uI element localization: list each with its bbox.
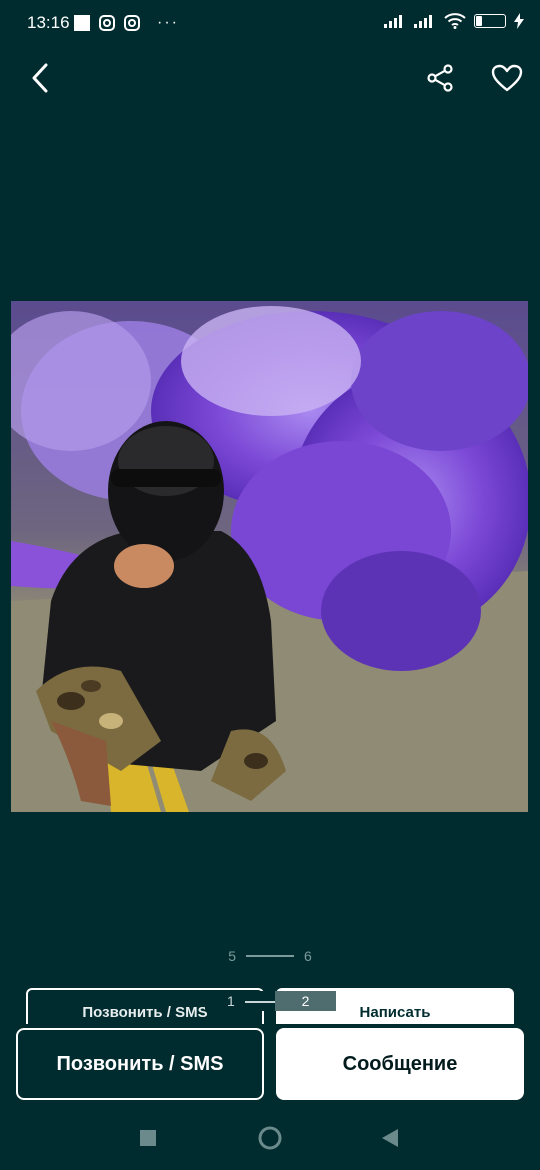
- more-dots-icon: ···: [157, 14, 179, 31]
- battery-icon: 24: [474, 14, 506, 28]
- photo-pager: 5 6: [0, 944, 540, 968]
- signal-icon: [414, 15, 432, 28]
- message-button[interactable]: Сообщение: [276, 1028, 524, 1100]
- status-time: 13:16: [27, 13, 70, 32]
- chevron-left-icon: [32, 63, 48, 93]
- pager-total: 6: [304, 948, 312, 964]
- recents-button[interactable]: [140, 1130, 156, 1146]
- mini-pager-current: 1: [227, 993, 235, 1009]
- system-nav-bar: [0, 1112, 540, 1170]
- mini-pager-current-box: 1: [205, 991, 295, 1011]
- mini-pager-next: 2: [275, 991, 336, 1011]
- call-sms-button[interactable]: Позвонить / SMS: [16, 1028, 264, 1100]
- charging-icon: [514, 13, 524, 29]
- battery-percent: 24: [483, 15, 497, 27]
- home-button[interactable]: [258, 1126, 282, 1150]
- heart-icon: [491, 64, 523, 92]
- pager-divider: [246, 955, 294, 957]
- back-button[interactable]: [20, 58, 60, 98]
- share-icon: [427, 64, 453, 92]
- signal-icon: [384, 15, 402, 28]
- notification-icons: ···: [74, 14, 179, 32]
- wifi-icon: [444, 13, 466, 29]
- top-nav: [0, 50, 540, 106]
- mini-pager: 1 2: [205, 991, 336, 1011]
- system-back-button[interactable]: [381, 1128, 399, 1148]
- instagram-icon: [124, 15, 140, 31]
- gallery-icon: [74, 15, 90, 31]
- system-status-icons: 24: [384, 13, 524, 29]
- instagram-icon: [99, 15, 115, 31]
- listing-photo[interactable]: [11, 301, 528, 812]
- favorite-button[interactable]: [486, 58, 528, 98]
- pager-current: 5: [228, 948, 236, 964]
- status-bar: 13:16 ··· 24: [0, 0, 540, 46]
- share-button[interactable]: [420, 58, 460, 98]
